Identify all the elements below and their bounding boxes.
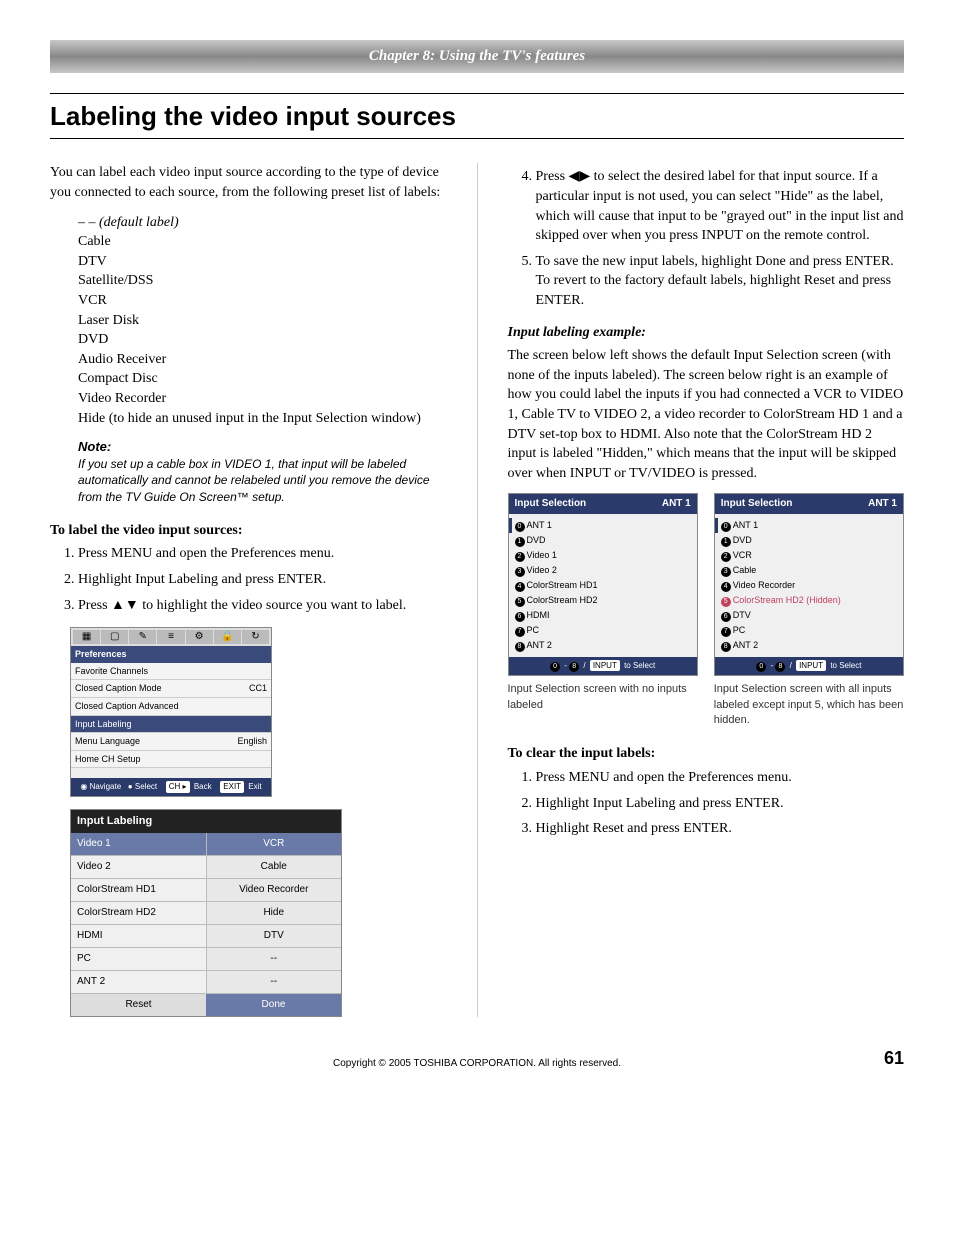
label-steps-cont: Press ◀▶ to select the desired label for… xyxy=(508,167,905,310)
example-heading: Input labeling example: xyxy=(508,323,905,343)
label-steps-heading: To label the video input sources: xyxy=(50,521,447,541)
clear-steps: Press MENU and open the Preferences menu… xyxy=(508,768,905,839)
note-heading: Note: xyxy=(78,438,447,456)
note-block: Note: If you set up a cable box in VIDEO… xyxy=(78,438,447,505)
copyright: Copyright © 2005 TOSHIBA CORPORATION. Al… xyxy=(333,1058,621,1069)
intro-text: You can label each video input source ac… xyxy=(50,163,447,202)
clear-heading: To clear the input labels: xyxy=(508,744,905,764)
label-steps: Press MENU and open the Preferences menu… xyxy=(50,544,447,615)
column-divider xyxy=(477,163,478,1017)
preferences-menu-screenshot: ▦▢✎≡⚙🔒↻ Preferences Favorite Channels Cl… xyxy=(70,627,272,796)
input-labeling-screenshot: Input Labeling Video 1VCR Video 2Cable C… xyxy=(70,809,342,1017)
page-title: Labeling the video input sources xyxy=(50,93,904,139)
input-selection-right: Input SelectionANT 1 0ANT 1 1DVD 2VCR 3C… xyxy=(714,493,904,676)
left-column: You can label each video input source ac… xyxy=(50,163,447,1017)
example-body: The screen below left shows the default … xyxy=(508,346,905,483)
reset-button: Reset xyxy=(71,994,206,1016)
input-selection-left: Input SelectionANT 1 0ANT 1 1DVD 2Video … xyxy=(508,493,698,676)
footer: Copyright © 2005 TOSHIBA CORPORATION. Al… xyxy=(50,1057,904,1071)
page-number: 61 xyxy=(884,1046,904,1071)
note-body: If you set up a cable box in VIDEO 1, th… xyxy=(78,456,447,505)
caption-right: Input Selection screen with all inputs l… xyxy=(714,682,904,728)
right-column: Press ◀▶ to select the desired label for… xyxy=(508,163,905,1017)
done-button: Done xyxy=(206,994,341,1016)
label-list: – – (default label) Cable DTV Satellite/… xyxy=(78,213,447,429)
caption-row: Input Selection screen with no inputs la… xyxy=(508,682,905,728)
caption-left: Input Selection screen with no inputs la… xyxy=(508,682,698,728)
chapter-banner: Chapter 8: Using the TV's features xyxy=(50,40,904,73)
